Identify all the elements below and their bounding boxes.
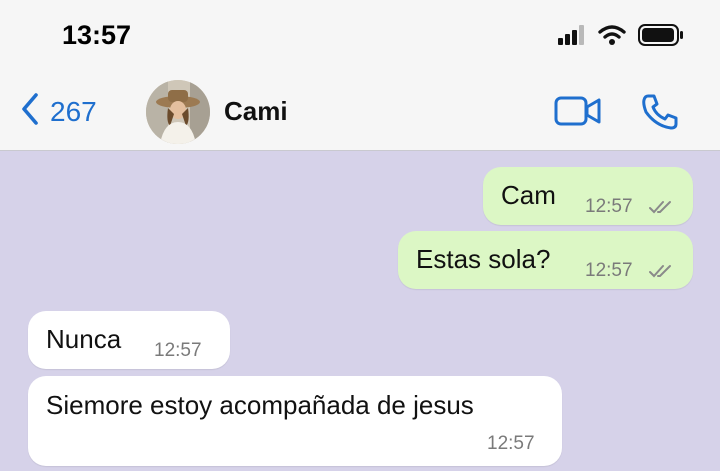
chevron-left-icon bbox=[20, 92, 40, 131]
message-text: Cam bbox=[501, 180, 556, 210]
back-button[interactable]: 267 bbox=[20, 92, 97, 131]
message-text: Nunca bbox=[46, 324, 122, 354]
battery-icon bbox=[638, 24, 684, 51]
voice-call-button[interactable] bbox=[640, 92, 680, 137]
cellular-signal-icon bbox=[558, 25, 586, 50]
message-text: Estas sola? bbox=[416, 244, 551, 274]
status-bar: 13:57 bbox=[0, 0, 720, 72]
incoming-message[interactable]: Nunca 12:57 bbox=[28, 311, 230, 369]
chat-header: 267 Cami bbox=[0, 72, 720, 151]
chat-area[interactable]: Cam 12:57 Estas sola? 12:57 Nunca 12:57 … bbox=[0, 151, 720, 471]
message-time: 12:57 bbox=[487, 433, 535, 454]
video-call-icon bbox=[554, 96, 602, 132]
contact-name[interactable]: Cami bbox=[224, 96, 288, 127]
outgoing-message[interactable]: Cam 12:57 bbox=[483, 167, 693, 225]
wifi-icon bbox=[598, 24, 626, 51]
video-call-button[interactable] bbox=[554, 94, 602, 133]
status-time: 13:57 bbox=[62, 20, 132, 50]
message-time: 12:57 bbox=[585, 196, 633, 217]
system-icons bbox=[558, 24, 684, 51]
outgoing-message[interactable]: Estas sola? 12:57 bbox=[398, 231, 693, 289]
unread-chats-count: 267 bbox=[50, 95, 97, 127]
message-time: 12:57 bbox=[154, 340, 202, 361]
double-check-icon bbox=[649, 264, 675, 283]
voice-call-icon bbox=[640, 94, 680, 136]
message-time: 12:57 bbox=[585, 260, 633, 281]
message-text: Siemore estoy acompañada de jesus bbox=[46, 390, 474, 420]
incoming-message[interactable]: Siemore estoy acompañada de jesus 12:57 bbox=[28, 376, 562, 466]
double-check-icon bbox=[649, 200, 675, 219]
contact-avatar[interactable] bbox=[146, 80, 210, 144]
